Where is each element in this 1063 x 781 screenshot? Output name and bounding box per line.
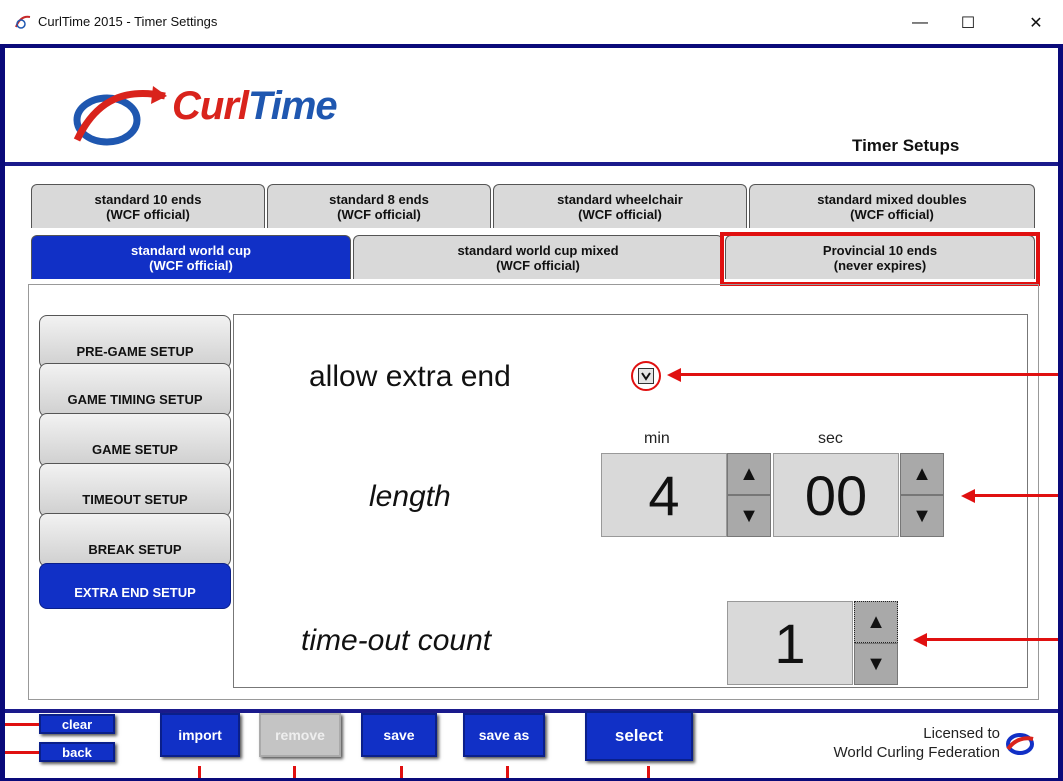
menu-game-timing-setup[interactable]: GAME TIMING SETUP bbox=[39, 363, 231, 417]
tab-standard-world-cup-mixed[interactable]: standard world cup mixed (WCF official) bbox=[353, 235, 723, 279]
save-button[interactable]: save bbox=[361, 713, 437, 757]
chevron-down-icon: ▼ bbox=[866, 652, 886, 675]
close-button[interactable]: ✕ bbox=[1013, 8, 1059, 38]
chevron-down-icon: ▼ bbox=[912, 504, 932, 527]
curltime-logo: CurlTime bbox=[67, 78, 338, 148]
curltime-app-icon bbox=[15, 15, 31, 29]
menu-pre-game-setup[interactable]: PRE-GAME SETUP bbox=[39, 315, 231, 369]
length-minutes-value[interactable]: 4 bbox=[601, 453, 727, 537]
seconds-down-button[interactable]: ▼ bbox=[900, 495, 944, 537]
annotation-arrow-length bbox=[971, 494, 1058, 497]
license-line-2: World Curling Federation bbox=[833, 744, 1000, 761]
annotation-arrow-remove bbox=[293, 766, 296, 778]
menu-break-setup[interactable]: BREAK SETUP bbox=[39, 513, 231, 567]
curling-stone-logo-icon bbox=[73, 86, 167, 146]
app-frame: CurlTime Timer Setups standard 10 ends (W… bbox=[0, 44, 1063, 781]
annotation-arrow-clear bbox=[5, 723, 39, 726]
annotation-arrow-timeout bbox=[923, 638, 1058, 641]
sec-label: sec bbox=[818, 430, 843, 447]
window-title: CurlTime 2015 - Timer Settings bbox=[38, 14, 218, 29]
title-bar: CurlTime 2015 - Timer Settings — ☐ ✕ bbox=[0, 0, 1063, 44]
allow-extra-end-highlight bbox=[631, 361, 661, 391]
arrowhead-left-icon bbox=[961, 489, 975, 503]
license-text: Licensed to World Curling Federation bbox=[775, 724, 1000, 762]
annotation-arrow-select bbox=[647, 766, 650, 778]
seconds-up-button[interactable]: ▲ bbox=[900, 453, 944, 495]
tab-standard-10-ends[interactable]: standard 10 ends (WCF official) bbox=[31, 184, 265, 228]
maximize-button[interactable]: ☐ bbox=[945, 8, 991, 38]
length-seconds-value[interactable]: 00 bbox=[773, 453, 899, 537]
timeout-up-button[interactable]: ▲ bbox=[854, 601, 898, 643]
annotation-arrow-back bbox=[5, 751, 39, 754]
menu-extra-end-setup[interactable]: EXTRA END SETUP bbox=[39, 563, 231, 609]
tab-standard-mixed-doubles[interactable]: standard mixed doubles (WCF official) bbox=[749, 184, 1035, 228]
minutes-up-button[interactable]: ▲ bbox=[727, 453, 771, 495]
annotation-arrow-import bbox=[198, 766, 201, 778]
allow-extra-end-label: allow extra end bbox=[309, 360, 511, 393]
provincial-tab-highlight bbox=[720, 232, 1040, 286]
tab-standard-world-cup[interactable]: standard world cup (WCF official) bbox=[31, 235, 351, 279]
arrowhead-left-icon bbox=[913, 633, 927, 647]
import-button[interactable]: import bbox=[160, 713, 240, 757]
menu-game-setup[interactable]: GAME SETUP bbox=[39, 413, 231, 467]
menu-timeout-setup[interactable]: TIMEOUT SETUP bbox=[39, 463, 231, 517]
annotation-arrow-checkbox bbox=[677, 373, 1058, 376]
back-button[interactable]: back bbox=[39, 742, 115, 762]
minutes-down-button[interactable]: ▼ bbox=[727, 495, 771, 537]
clear-button[interactable]: clear bbox=[39, 714, 115, 734]
timeout-count-label: time-out count bbox=[301, 624, 492, 657]
checkmark-icon bbox=[641, 372, 651, 381]
annotation-arrow-save bbox=[400, 766, 403, 778]
allow-extra-end-checkbox[interactable] bbox=[638, 368, 654, 384]
save-as-button[interactable]: save as bbox=[463, 713, 545, 757]
chevron-down-icon: ▼ bbox=[739, 504, 759, 527]
tab-standard-wheelchair[interactable]: standard wheelchair (WCF official) bbox=[493, 184, 747, 228]
wcf-logo-icon bbox=[1006, 733, 1034, 755]
length-label: length bbox=[369, 480, 451, 513]
license-line-1: Licensed to bbox=[923, 725, 1000, 742]
chevron-up-icon: ▲ bbox=[739, 462, 759, 485]
arrowhead-left-icon bbox=[667, 368, 681, 382]
min-label: min bbox=[644, 430, 670, 447]
chevron-up-icon: ▲ bbox=[912, 462, 932, 485]
page-heading: Timer Setups bbox=[852, 136, 960, 155]
timeout-count-value[interactable]: 1 bbox=[727, 601, 853, 685]
app-content: CurlTime Timer Setups standard 10 ends (W… bbox=[5, 48, 1058, 778]
minimize-button[interactable]: — bbox=[897, 8, 943, 38]
chevron-up-icon: ▲ bbox=[866, 610, 886, 633]
logo-wordmark: CurlTime bbox=[172, 84, 338, 128]
annotation-arrow-save-as bbox=[506, 766, 509, 778]
tab-standard-8-ends[interactable]: standard 8 ends (WCF official) bbox=[267, 184, 491, 228]
select-button[interactable]: select bbox=[585, 711, 693, 761]
remove-button[interactable]: remove bbox=[259, 713, 341, 757]
header-divider bbox=[5, 162, 1058, 166]
timeout-down-button[interactable]: ▼ bbox=[854, 643, 898, 685]
